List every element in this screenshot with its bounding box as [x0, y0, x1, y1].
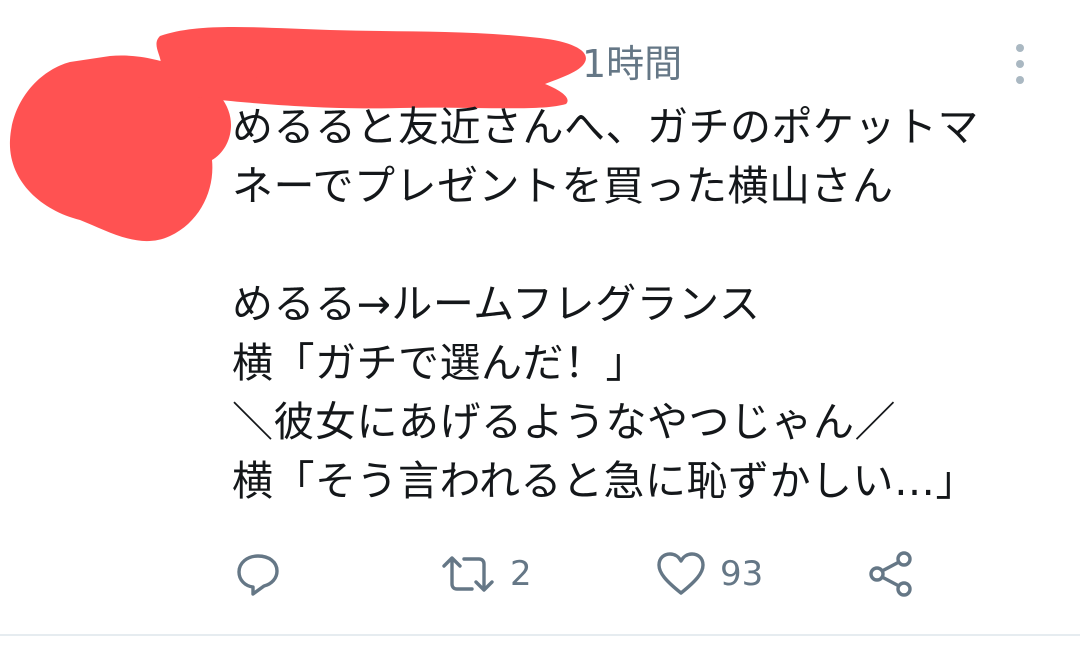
- retweet-count: 2: [510, 554, 532, 594]
- reply-icon: [237, 554, 279, 596]
- more-options-button[interactable]: [1000, 40, 1040, 88]
- tweet-actions-bar: 2 93: [0, 546, 1080, 602]
- tweet-text-line: 横「そう言われると急に恥ずかしい…」: [232, 457, 977, 505]
- heart-icon: [657, 552, 705, 595]
- retweet-icon: [442, 556, 494, 592]
- more-vertical-icon-dot: [1016, 60, 1024, 68]
- more-vertical-icon: [1016, 44, 1024, 52]
- tweet-text-line: めるると友近さんへ、ガチのポケットマ: [232, 103, 979, 151]
- tweet-text-line: 横「ガチで選んだ！」: [232, 339, 647, 387]
- retweet-button[interactable]: 2: [440, 546, 532, 602]
- like-count: 93: [720, 554, 764, 594]
- divider: [0, 634, 1080, 636]
- share-button[interactable]: [866, 546, 916, 602]
- tweet-text-line: [232, 216, 1062, 275]
- like-button[interactable]: 93: [656, 546, 763, 602]
- tweet-text-line: ＼彼女にあげるようなやつじゃん／: [232, 398, 896, 446]
- tweet-text: めるると友近さんへ、ガチのポケットマ ネーでプレゼントを買った横山さん めるる→…: [232, 98, 1062, 511]
- tweet-text-line: めるる→ルームフレグランス: [232, 280, 761, 328]
- tweet-timestamp[interactable]: 1時間: [582, 38, 682, 90]
- more-vertical-icon-dot: [1016, 76, 1024, 84]
- tweet-text-line: ネーでプレゼントを買った横山さん: [232, 162, 894, 210]
- reply-button[interactable]: [234, 546, 282, 602]
- tweet-card[interactable]: 1時間 めるると友近さんへ、ガチのポケットマ ネーでプレゼントを買った横山さん …: [0, 0, 1080, 636]
- share-icon: [869, 551, 912, 597]
